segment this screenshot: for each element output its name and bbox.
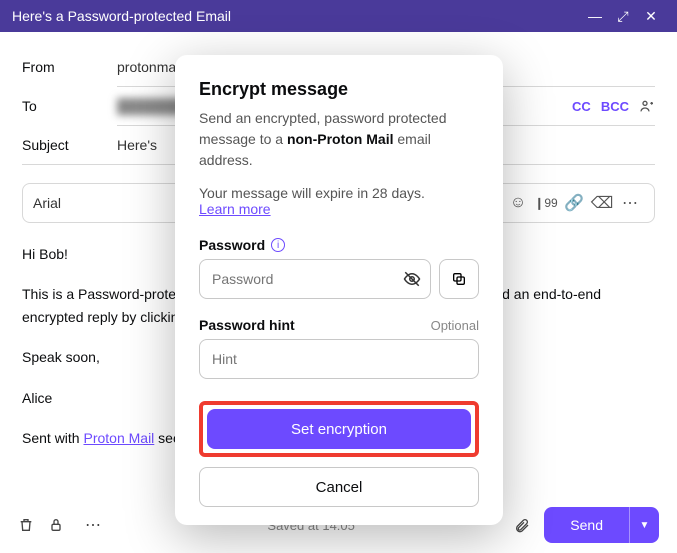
- cc-button[interactable]: CC: [572, 99, 591, 114]
- eye-off-icon[interactable]: [403, 270, 421, 288]
- protonmail-link[interactable]: Proton Mail: [83, 430, 154, 446]
- cancel-button[interactable]: Cancel: [199, 467, 479, 507]
- modal-description: Send an encrypted, password protected me…: [199, 108, 479, 171]
- more-icon[interactable]: ⋯: [78, 515, 108, 535]
- modal-title: Encrypt message: [199, 79, 479, 100]
- subject-label: Subject: [22, 137, 117, 153]
- copy-icon[interactable]: [439, 259, 479, 299]
- bcc-button[interactable]: BCC: [601, 99, 629, 114]
- to-label: To: [22, 98, 117, 114]
- restore-icon[interactable]: ⤢: [609, 8, 637, 25]
- quote-icon[interactable]: ❙99: [532, 196, 560, 210]
- send-button[interactable]: Send ▼: [544, 507, 659, 543]
- attachment-icon[interactable]: [514, 517, 544, 533]
- set-encryption-button[interactable]: Set encryption: [207, 409, 471, 449]
- window-title: Here's a Password-protected Email: [12, 8, 581, 24]
- erase-icon[interactable]: ⌫: [588, 193, 616, 213]
- encrypt-modal: Encrypt message Send an encrypted, passw…: [175, 55, 503, 525]
- highlight-annotation: Set encryption: [199, 401, 479, 457]
- window-titlebar: Here's a Password-protected Email — ⤢ ✕: [0, 0, 677, 32]
- from-label: From: [22, 59, 117, 75]
- hint-input[interactable]: [199, 339, 479, 379]
- lock-icon[interactable]: [48, 517, 78, 533]
- password-label: Password: [199, 237, 265, 253]
- hint-label: Password hint: [199, 317, 295, 333]
- close-icon[interactable]: ✕: [637, 8, 665, 25]
- info-icon[interactable]: i: [271, 238, 285, 252]
- minimize-icon[interactable]: —: [581, 8, 609, 24]
- optional-label: Optional: [431, 318, 479, 333]
- learn-more-link[interactable]: Learn more: [199, 201, 271, 217]
- contacts-icon[interactable]: [639, 98, 655, 114]
- modal-expiry: Your message will expire in 28 days.: [199, 185, 479, 201]
- emoji-icon[interactable]: ☺: [504, 194, 532, 212]
- password-input[interactable]: [199, 259, 431, 299]
- more-format-icon[interactable]: ⋯: [616, 193, 644, 213]
- trash-icon[interactable]: [18, 517, 48, 533]
- link-icon[interactable]: 🔗: [560, 193, 588, 213]
- send-dropdown-icon[interactable]: ▼: [629, 507, 659, 543]
